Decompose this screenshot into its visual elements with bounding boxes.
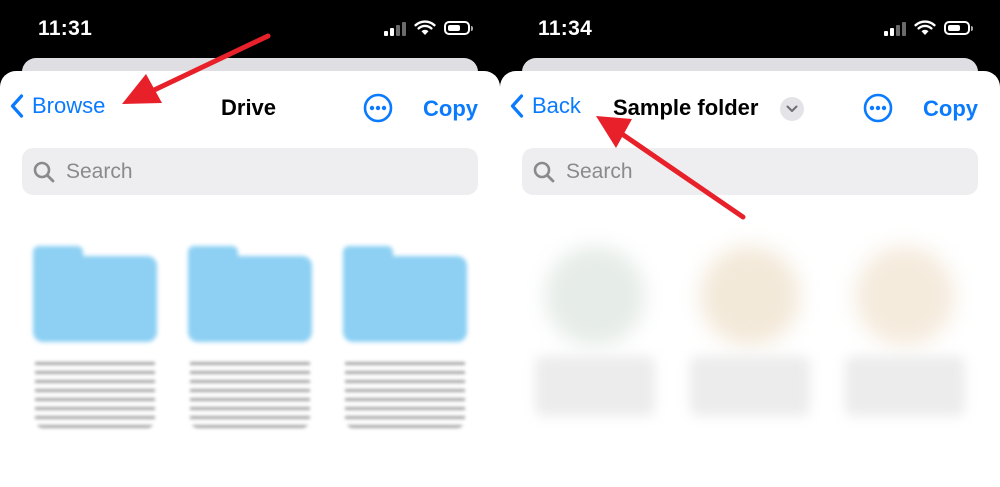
status-icons bbox=[884, 20, 973, 36]
status-icons bbox=[384, 20, 473, 36]
search-input[interactable] bbox=[64, 158, 448, 185]
title-menu-button[interactable] bbox=[780, 97, 804, 121]
file-thumbnail bbox=[855, 246, 955, 346]
file-thumbnail bbox=[545, 246, 645, 346]
search-bar[interactable] bbox=[22, 148, 478, 195]
search-input[interactable] bbox=[564, 158, 948, 185]
files-sheet: Back Sample folder Copy bbox=[500, 71, 1000, 487]
battery-icon bbox=[944, 21, 973, 35]
copy-button[interactable]: Copy bbox=[423, 96, 478, 122]
redacted-label bbox=[845, 356, 965, 416]
back-label: Back bbox=[532, 93, 581, 118]
search-icon bbox=[33, 161, 55, 182]
copy-button[interactable]: Copy bbox=[923, 96, 978, 122]
signal-icon bbox=[384, 21, 406, 36]
file-item[interactable] bbox=[680, 236, 820, 446]
navigation-bar: Browse Drive Copy bbox=[0, 71, 500, 143]
file-item[interactable] bbox=[525, 236, 665, 446]
redacted-label bbox=[690, 356, 810, 416]
signal-icon bbox=[884, 21, 906, 36]
chevron-left-icon bbox=[10, 94, 24, 118]
folder-item[interactable] bbox=[180, 236, 320, 446]
folder-item[interactable] bbox=[335, 236, 475, 446]
left-screenshot: 11:31 Browse Drive Copy bbox=[0, 0, 500, 487]
files-sheet: Browse Drive Copy bbox=[0, 71, 500, 487]
file-item[interactable] bbox=[835, 236, 975, 446]
file-thumbnail bbox=[700, 246, 800, 346]
page-title: Sample folder bbox=[613, 95, 759, 120]
wifi-icon bbox=[914, 20, 936, 35]
ellipsis-circle-icon[interactable] bbox=[863, 93, 893, 123]
chevron-left-icon bbox=[510, 94, 524, 118]
search-bar[interactable] bbox=[522, 148, 978, 195]
ellipsis-circle-icon[interactable] bbox=[363, 93, 393, 123]
folder-icon bbox=[343, 246, 467, 342]
status-bar: 11:34 bbox=[500, 0, 1000, 60]
redacted-label bbox=[535, 356, 655, 416]
back-button[interactable]: Back bbox=[510, 93, 581, 119]
file-grid bbox=[525, 236, 975, 446]
folder-icon bbox=[188, 246, 312, 342]
redacted-label bbox=[35, 356, 155, 428]
search-icon bbox=[533, 161, 555, 182]
status-time: 11:31 bbox=[38, 17, 93, 40]
status-bar: 11:31 bbox=[0, 0, 500, 60]
status-time: 11:34 bbox=[538, 17, 593, 40]
wifi-icon bbox=[414, 20, 436, 35]
chevron-down-icon bbox=[786, 105, 798, 112]
battery-icon bbox=[444, 21, 473, 35]
folder-item[interactable] bbox=[25, 236, 165, 446]
redacted-label bbox=[190, 356, 310, 428]
right-screenshot: 11:34 Back Sample folder Copy Search bbox=[500, 0, 1000, 487]
folder-grid bbox=[25, 236, 475, 446]
browse-back-button[interactable]: Browse bbox=[10, 93, 105, 119]
folder-icon bbox=[33, 246, 157, 342]
navigation-bar: Back Sample folder Copy bbox=[500, 71, 1000, 143]
back-label: Browse bbox=[32, 93, 106, 118]
page-title: Drive bbox=[221, 95, 277, 120]
redacted-label bbox=[345, 356, 465, 428]
